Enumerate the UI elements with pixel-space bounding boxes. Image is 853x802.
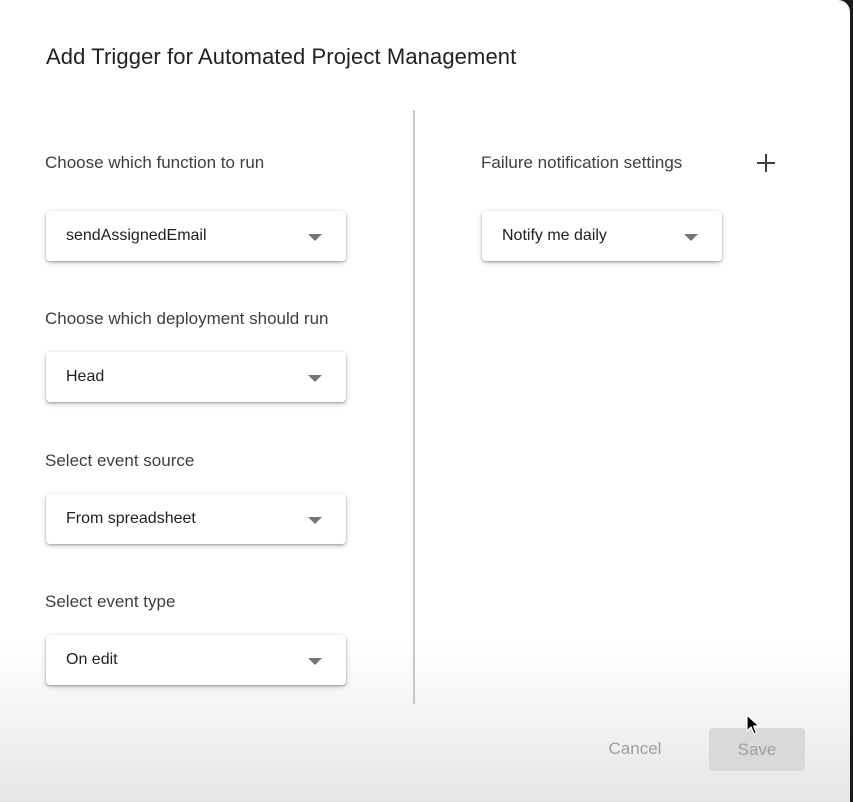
caret-down-icon [308, 658, 322, 665]
caret-down-icon [308, 517, 322, 524]
event-source-select[interactable]: From spreadsheet [46, 494, 346, 544]
event-type-label: Select event type [45, 592, 176, 611]
function-select-value: sendAssignedEmail [66, 227, 207, 244]
failure-notification-select-value: Notify me daily [502, 227, 607, 244]
caret-down-icon [684, 234, 698, 241]
failure-notification-select[interactable]: Notify me daily [482, 211, 722, 261]
caret-down-icon [308, 234, 322, 241]
function-label: Choose which function to run [45, 153, 265, 172]
deployment-label: Choose which deployment should run [45, 309, 329, 328]
cancel-button[interactable]: Cancel [596, 728, 674, 770]
deployment-select-value: Head [66, 368, 105, 385]
caret-down-icon [308, 375, 322, 382]
event-type-select[interactable]: On edit [46, 635, 346, 685]
column-divider [413, 110, 415, 704]
plus-icon[interactable] [753, 150, 779, 176]
function-select[interactable]: sendAssignedEmail [46, 211, 346, 261]
mouse-pointer-icon [746, 714, 760, 735]
event-source-label: Select event source [45, 451, 195, 470]
dialog-title: Add Trigger for Automated Project Manage… [46, 44, 517, 69]
deployment-select[interactable]: Head [46, 352, 346, 402]
event-type-select-value: On edit [66, 651, 118, 668]
failure-notification-label: Failure notification settings [481, 153, 683, 172]
event-source-select-value: From spreadsheet [66, 510, 196, 527]
add-trigger-dialog: Add Trigger for Automated Project Manage… [0, 0, 850, 802]
